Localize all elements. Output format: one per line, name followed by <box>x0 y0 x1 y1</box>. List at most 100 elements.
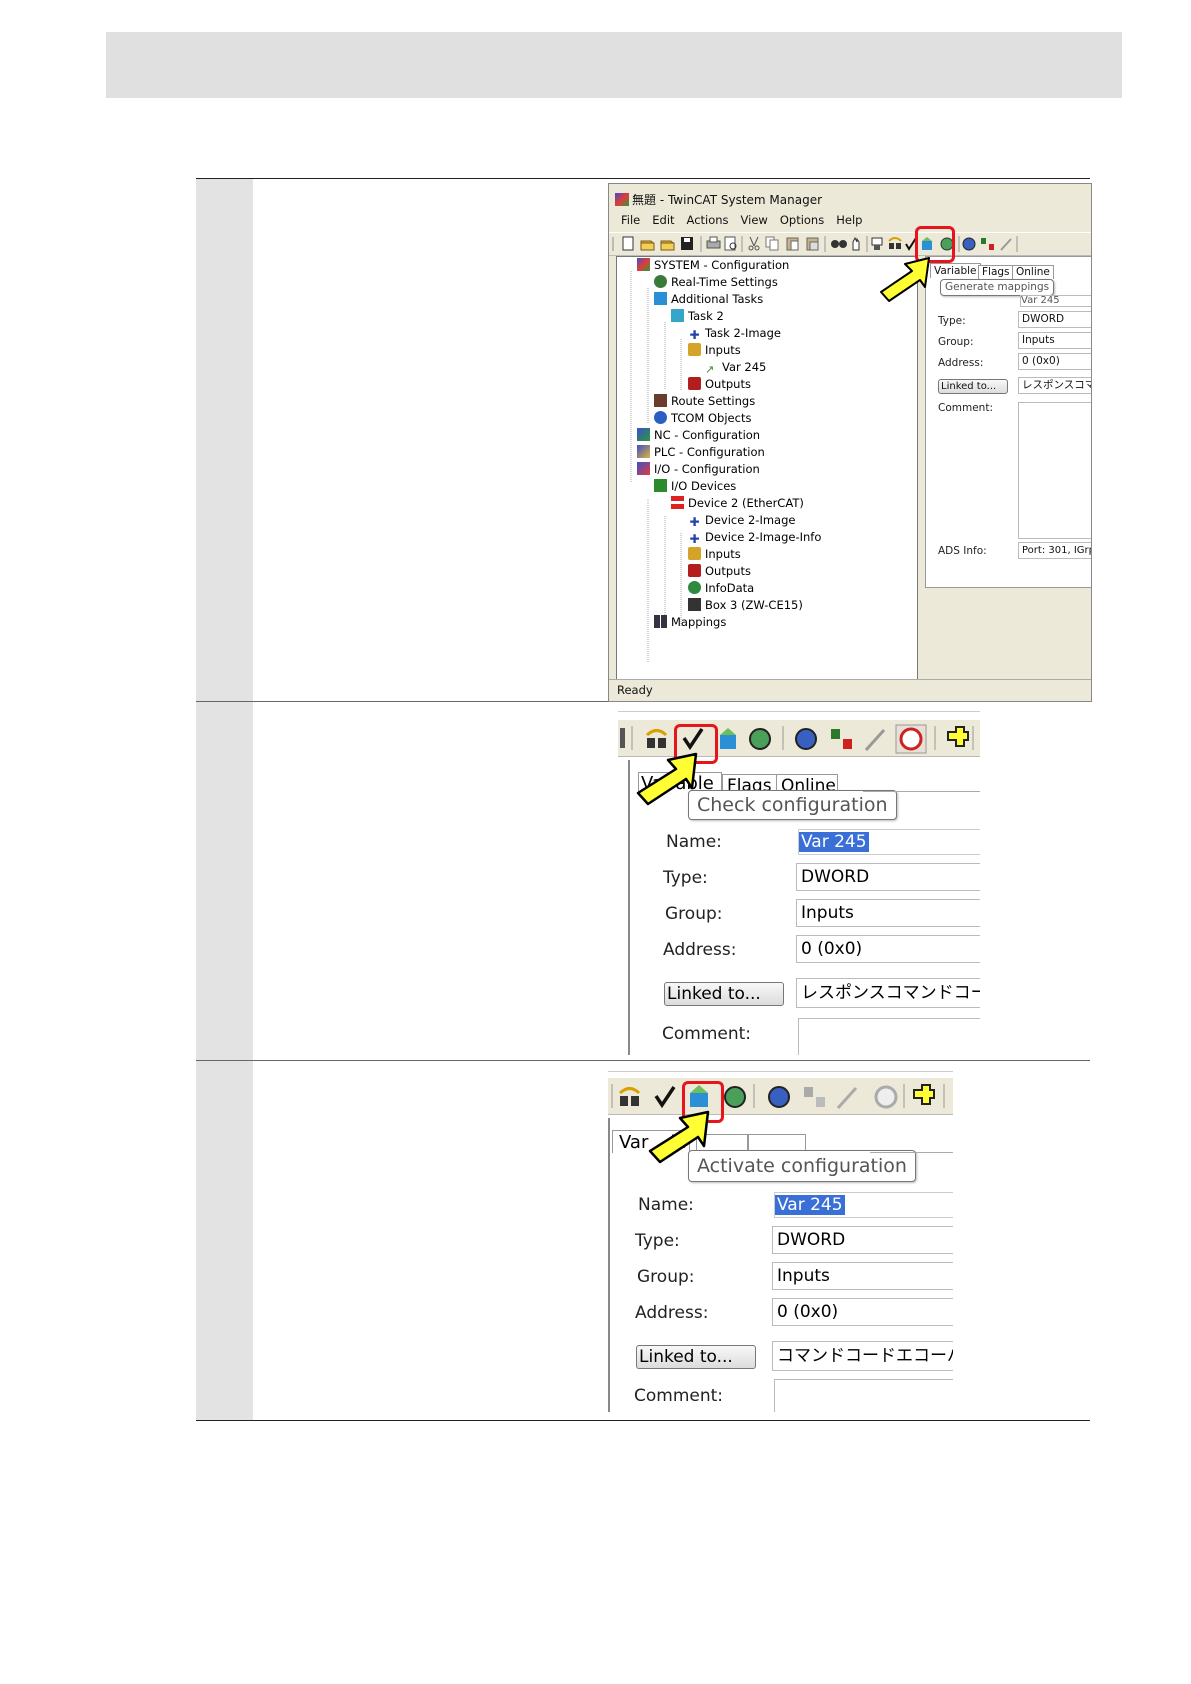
tree-item[interactable]: Outputs <box>688 376 751 393</box>
panel-left-border <box>608 1118 610 1412</box>
tree-item-label: SYSTEM - Configuration <box>654 258 790 272</box>
address-field[interactable]: 0 (0x0) <box>796 935 980 963</box>
tree-item[interactable]: TCOM Objects <box>654 410 751 427</box>
tree-item[interactable]: Real-Time Settings <box>654 274 778 291</box>
linked-to-button[interactable]: Linked to... <box>938 379 1008 394</box>
tree-item-label: Inputs <box>705 547 741 561</box>
pointer-arrow-icon <box>636 752 698 806</box>
name-field[interactable]: Var 245 <box>774 1192 953 1218</box>
tree-item[interactable]: SYSTEM - Configuration <box>637 257 789 274</box>
tree-item[interactable]: ✚ Device 2-Image <box>688 512 795 529</box>
menu-help[interactable]: Help <box>836 213 862 227</box>
tree-item[interactable]: InfoData <box>688 580 754 597</box>
group-field[interactable]: Inputs <box>1018 332 1091 349</box>
activate-config-screenshot: Varle Activate configuration Name: Var 2… <box>608 1071 953 1412</box>
type-field[interactable]: DWORD <box>1018 311 1091 328</box>
linked-field[interactable]: レスポンスコマンドコード . <box>796 978 980 1008</box>
tree-item-label: InfoData <box>705 581 755 595</box>
tree-item[interactable]: ✚ Task 2-Image <box>688 325 781 342</box>
menu-edit[interactable]: Edit <box>652 213 674 227</box>
generate-mappings-icon <box>645 729 668 748</box>
tree-item-label: Route Settings <box>671 394 756 408</box>
tree-item[interactable]: Route Settings <box>654 393 755 410</box>
inputs-icon <box>688 547 701 560</box>
name-field[interactable]: Var 245 <box>798 829 980 855</box>
check-icon <box>654 1086 676 1109</box>
tree-item[interactable]: Inputs <box>688 546 741 563</box>
restart-icon <box>749 728 771 750</box>
tree-item[interactable]: Inputs <box>688 342 741 359</box>
type-field[interactable]: DWORD <box>772 1226 953 1254</box>
ads-info-field[interactable]: Port: 301, IGrp <box>1018 542 1091 559</box>
menu-options[interactable]: Options <box>780 213 824 227</box>
image-icon: ✚ <box>689 515 700 529</box>
variable-icon: ↗ <box>705 363 715 376</box>
group-field[interactable]: Inputs <box>796 899 980 927</box>
outputs-icon <box>688 377 701 390</box>
address-field[interactable]: 0 (0x0) <box>1018 353 1091 370</box>
print-preview-icon <box>724 236 737 251</box>
tree-item-label: NC - Configuration <box>654 428 761 442</box>
generate-mappings-icon <box>618 1087 641 1106</box>
comment-textarea[interactable] <box>1018 402 1091 539</box>
tree-item[interactable]: Outputs <box>688 563 751 580</box>
target-icon <box>768 1086 790 1108</box>
io-icon <box>637 462 650 475</box>
tree-item[interactable]: Additional Tasks <box>654 291 763 308</box>
comment-textarea[interactable] <box>798 1018 980 1055</box>
stop-icon <box>895 724 927 754</box>
tree-item-label: Inputs <box>705 343 741 357</box>
tree-item[interactable]: ✚ Device 2-Image-Info <box>688 529 821 546</box>
activate-configuration-tooltip: Activate configuration <box>688 1150 916 1182</box>
image-icon: ✚ <box>689 328 700 342</box>
name-field[interactable]: Var 245 <box>1020 295 1091 307</box>
comment-label: Comment: <box>938 402 993 414</box>
tree-item[interactable]: ↗ Var 245 <box>705 359 766 376</box>
tree-item[interactable]: NC - Configuration <box>637 427 760 444</box>
group-field[interactable]: Inputs <box>772 1262 953 1290</box>
hand-icon <box>852 236 860 251</box>
system-icon <box>637 258 650 271</box>
tree-item[interactable]: Task 2 <box>671 308 724 325</box>
address-field[interactable]: 0 (0x0) <box>772 1298 953 1326</box>
tree-item[interactable]: PLC - Configuration <box>637 444 765 461</box>
tab-flags[interactable]: Flags <box>978 265 1014 279</box>
nc-icon <box>637 428 650 441</box>
tree-item[interactable]: I/O - Configuration <box>637 461 760 478</box>
tab-online[interactable]: Online <box>1012 265 1054 279</box>
plugin-icon <box>947 726 969 747</box>
tcom-icon <box>654 411 667 424</box>
stop-icon <box>874 1085 898 1109</box>
toolbar <box>609 232 1091 256</box>
tree-item[interactable]: I/O Devices <box>654 478 736 495</box>
tree-item-label: Outputs <box>705 377 751 391</box>
step-column-3 <box>196 1061 253 1420</box>
table-bottom-rule <box>196 1420 1090 1421</box>
linked-to-button[interactable]: Linked to... <box>664 982 784 1006</box>
scan-icon <box>804 1087 825 1107</box>
linked-field[interactable]: レスポンスコマ <box>1018 377 1091 394</box>
activate-icon <box>720 728 736 749</box>
linked-to-button[interactable]: Linked to... <box>636 1345 756 1369</box>
image-icon: ✚ <box>689 532 700 546</box>
menu-actions[interactable]: Actions <box>687 213 729 227</box>
comment-textarea[interactable] <box>774 1379 953 1412</box>
check-config-screenshot: Variable Flags Online Check configuratio… <box>618 711 980 1055</box>
tree-item[interactable]: Mappings <box>654 614 726 631</box>
detail-pane: Variable Flags Online Generate mappings … <box>925 256 1091 588</box>
menu-file[interactable]: File <box>621 213 640 227</box>
menu-view[interactable]: View <box>741 213 768 227</box>
type-field[interactable]: DWORD <box>796 863 980 891</box>
tree-item[interactable]: Box 3 (ZW-CE15) <box>688 597 803 614</box>
menu-bar: File Edit Actions View Options Help <box>621 212 862 228</box>
restart-icon <box>724 1086 746 1108</box>
linked-field[interactable]: コマンドコードエコーバック <box>772 1341 953 1371</box>
toolbar-icons <box>612 236 1018 252</box>
comment-label: Comment: <box>634 1386 724 1406</box>
tab-variable[interactable]: Variable <box>930 263 981 278</box>
page-header-band <box>106 32 1122 98</box>
status-bar: Ready <box>609 679 1091 700</box>
tree-item[interactable]: Device 2 (EtherCAT) <box>671 495 804 512</box>
tree-pane: SYSTEM - Configuration Real-Time Setting… <box>616 256 918 680</box>
inputs-icon <box>688 343 701 356</box>
